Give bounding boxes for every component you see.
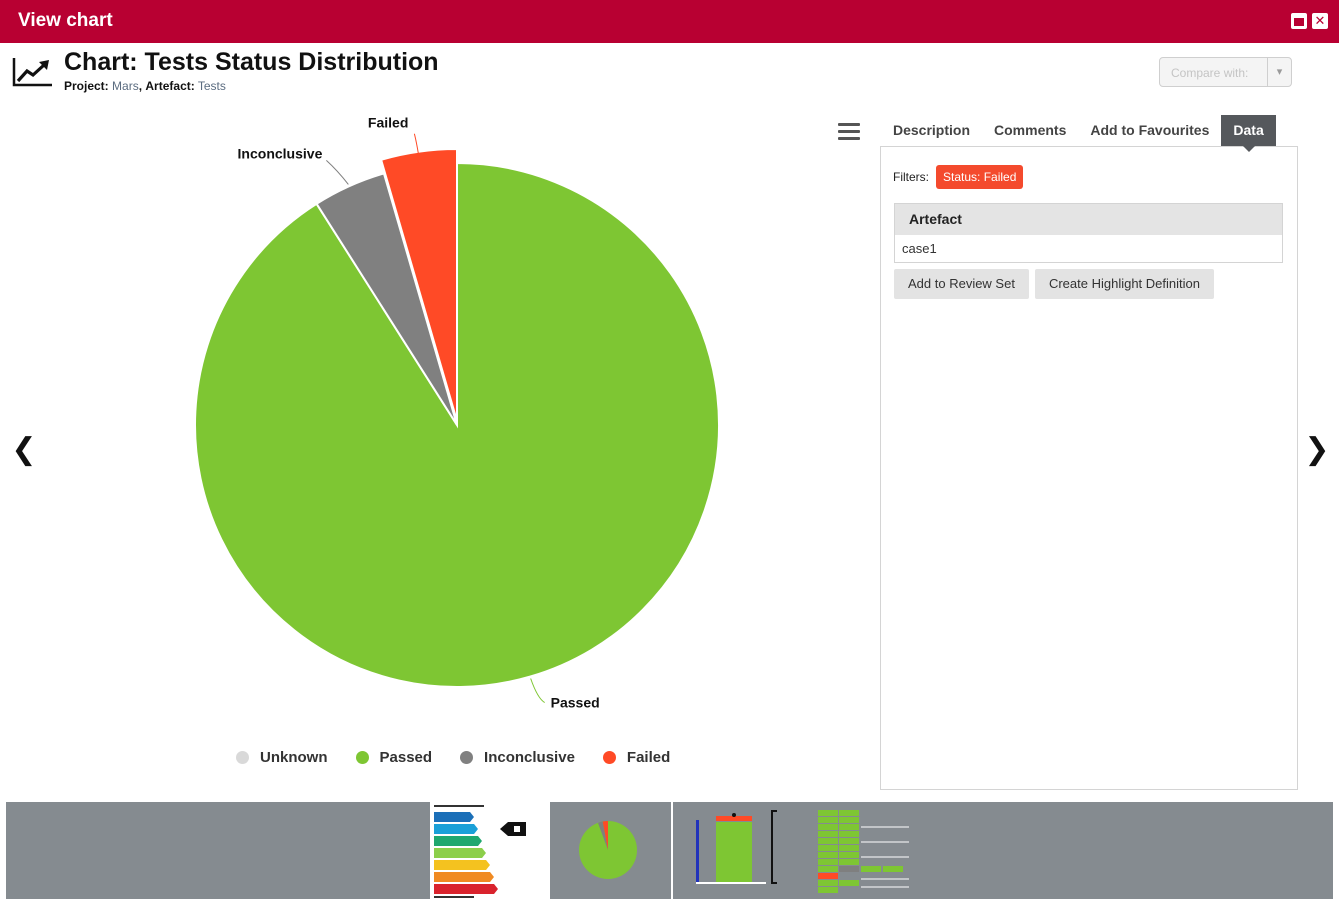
slice-connector-passed [530,678,545,703]
tab-data[interactable]: Data [1221,115,1276,152]
slice-connector-failed [413,133,419,154]
legend-dot-icon [602,750,616,764]
panel-tabs: Description Comments Add to Favourites D… [881,115,1276,152]
chart-legend: Unknown Passed Inconclusive Failed [236,747,698,767]
page-title: Chart: Tests Status Distribution [64,48,439,76]
artefact-label: Artefact: [145,79,195,93]
chevron-down-icon[interactable]: ▾ [1267,58,1291,86]
trend-chart-icon [12,58,52,87]
filters-label: Filters: [893,170,929,184]
legend-label: Unknown [260,748,328,766]
filter-chip-status[interactable]: Status: Failed [936,165,1024,189]
project-label: Project: [64,79,109,93]
slice-label-failed: Failed [368,115,408,131]
project-value: Mars [112,79,139,93]
table-row[interactable]: case1 [895,235,1282,262]
separator: , [138,79,143,93]
legend-label: Inconclusive [484,748,575,766]
legend-label: Passed [379,748,433,766]
thumbnail-pie-chart[interactable] [551,802,671,899]
legend-item-inconclusive[interactable]: Inconclusive [460,749,575,766]
maximize-icon[interactable] [1291,13,1307,29]
artefact-value: Tests [197,79,226,93]
thumbnail-grid-chart[interactable] [811,802,921,899]
pie-chart: Passed Inconclusive Failed [194,115,720,711]
create-highlight-definition-button[interactable]: Create Highlight Definition [1034,269,1214,299]
close-icon[interactable]: ✕ [1312,13,1328,29]
legend-item-failed[interactable]: Failed [602,748,671,766]
legend-item-passed[interactable]: Passed [355,748,433,766]
legend-label: Failed [626,748,671,766]
data-table: Artefact case1 [894,203,1283,263]
tab-add-to-favourites[interactable]: Add to Favourites [1078,115,1221,146]
next-chart-arrow-icon[interactable]: ❯ [1303,432,1331,468]
slice-label-inconclusive: Inconclusive [238,145,323,161]
compare-with-select[interactable]: Compare with: ▾ [1159,57,1292,87]
chart-thumbnail-strip [6,802,1333,899]
slice-connector-inconclusive [326,160,349,185]
compare-with-label: Compare with: [1171,66,1249,80]
tab-description[interactable]: Description [881,115,982,146]
thumbnail-stacked-bar-chart[interactable] [686,802,786,899]
strip-divider [671,802,673,899]
legend-dot-icon [355,750,369,764]
table-header-artefact: Artefact [895,204,1282,235]
window-titlebar: View chart ✕ [0,0,1339,43]
legend-dot-icon [460,750,474,764]
add-to-review-set-button[interactable]: Add to Review Set [894,269,1029,299]
chart-context: Project: Mars, Artefact: Tests [64,79,226,93]
thumbnail-rating-chart[interactable] [430,802,550,899]
chart-menu-icon[interactable] [838,123,860,141]
previous-chart-arrow-icon[interactable]: ❮ [10,432,38,468]
legend-dot-icon [236,750,249,764]
window-title: View chart [18,10,113,31]
panel-actions: Add to Review Set Create Highlight Defin… [894,269,1220,299]
tab-comments[interactable]: Comments [982,115,1078,146]
legend-item-unknown[interactable]: Unknown [236,749,328,766]
slice-label-passed: Passed [551,695,600,711]
filters-row: Filters: Status: Failed [893,165,1024,189]
